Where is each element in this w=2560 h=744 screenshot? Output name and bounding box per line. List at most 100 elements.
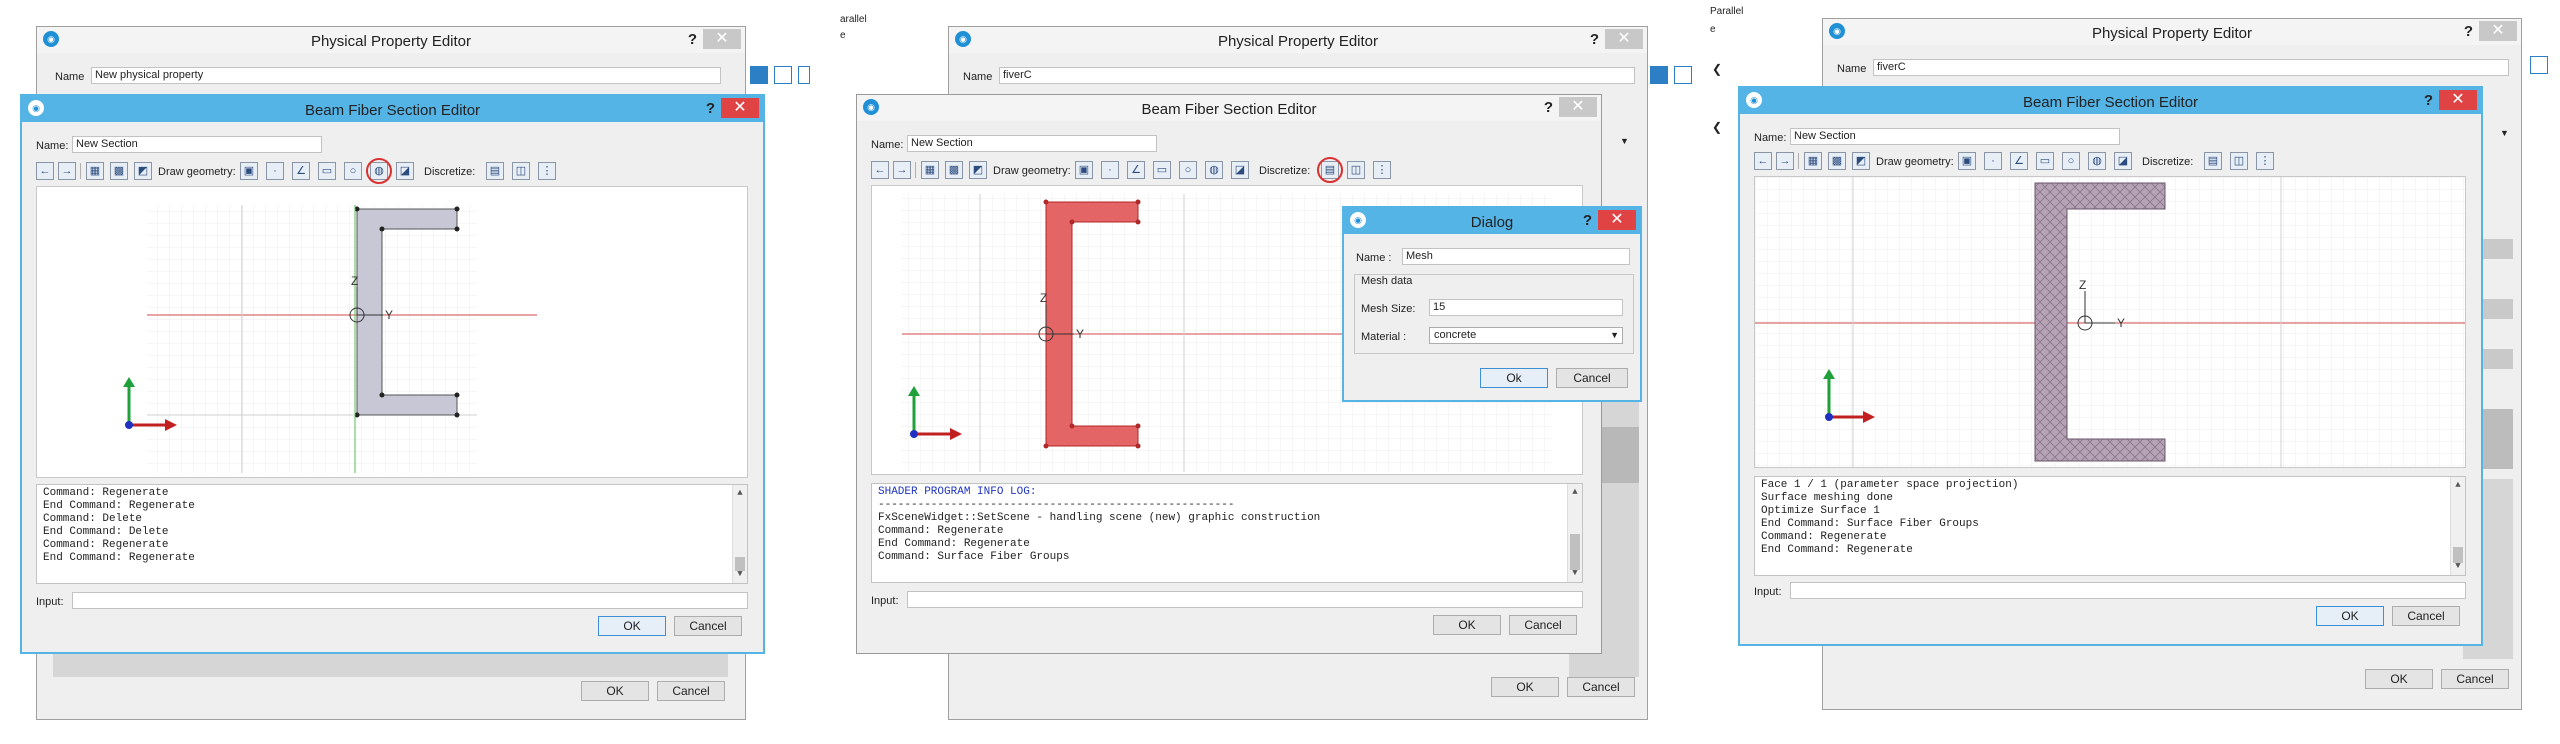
dropdown-arrow-icon[interactable]: ▼ (2500, 128, 2509, 138)
split-icon[interactable]: ◫ (1347, 161, 1365, 179)
line-icon[interactable]: ∠ (1127, 161, 1145, 179)
surface-icon[interactable]: ◍ (2088, 152, 2106, 170)
dialog-cancel-button[interactable]: Cancel (1556, 368, 1628, 388)
ok-button[interactable]: OK (2316, 606, 2384, 626)
name-field[interactable]: New physical property (91, 67, 721, 84)
polygon-icon[interactable]: ◪ (2114, 152, 2132, 170)
grid-bold-icon[interactable]: ▩ (110, 162, 128, 180)
circle-icon[interactable]: ○ (2062, 152, 2080, 170)
side-toolbar-icon[interactable] (2530, 56, 2548, 74)
fiber-icon[interactable]: ⋮ (1373, 161, 1391, 179)
polygon-icon[interactable]: ◪ (396, 162, 414, 180)
help-icon[interactable]: ? (688, 31, 697, 48)
log-scrollbar[interactable]: ▲ ▼ (732, 485, 747, 583)
polygon-icon[interactable]: ◪ (1231, 161, 1249, 179)
cancel-button[interactable]: Cancel (674, 616, 742, 636)
material-select[interactable]: concrete ▼ (1429, 327, 1623, 344)
command-log[interactable]: SHADER PROGRAM INFO LOG: ---------------… (871, 483, 1583, 583)
fiber-icon[interactable]: ⋮ (2256, 152, 2274, 170)
section-name-field[interactable]: New Section (907, 135, 1157, 152)
ok-button[interactable]: OK (2365, 669, 2433, 689)
rectangle-icon[interactable]: ▣ (240, 162, 258, 180)
close-icon[interactable]: ✕ (2439, 90, 2477, 110)
grid-bold-icon[interactable]: ▩ (1828, 152, 1846, 170)
circle-icon[interactable]: ○ (344, 162, 362, 180)
section-viewport[interactable]: Z Y (36, 186, 748, 478)
command-log[interactable]: Command: Regenerate End Command: Regener… (36, 484, 748, 584)
help-icon[interactable]: ? (2464, 23, 2473, 40)
ok-button[interactable]: OK (598, 616, 666, 636)
mesh-size-field[interactable]: 15 (1429, 299, 1623, 316)
help-icon[interactable]: ? (1544, 99, 1553, 116)
snap-icon[interactable]: ◩ (969, 161, 987, 179)
side-toolbar-icon[interactable] (1650, 66, 1668, 84)
arrow-right-icon[interactable]: → (58, 162, 76, 180)
cancel-button[interactable]: Cancel (2392, 606, 2460, 626)
side-toolbar-icon-2[interactable] (774, 66, 792, 84)
grid-icon[interactable]: ▦ (921, 161, 939, 179)
help-icon[interactable]: ? (1583, 212, 1592, 229)
rect-icon[interactable]: ▭ (2036, 152, 2054, 170)
command-input[interactable] (1790, 582, 2466, 599)
point-icon[interactable]: · (1984, 152, 2002, 170)
chevron-left-icon-2[interactable]: ❮ (1712, 120, 1722, 134)
ok-button[interactable]: OK (1491, 677, 1559, 697)
name-field[interactable]: fiverC (1873, 59, 2509, 76)
arrow-left-icon[interactable]: ← (1754, 152, 1772, 170)
command-input[interactable] (907, 591, 1583, 608)
snap-icon[interactable]: ◩ (134, 162, 152, 180)
side-toolbar-icon-3[interactable] (798, 66, 810, 84)
cancel-button[interactable]: Cancel (1567, 677, 1635, 697)
line-icon[interactable]: ∠ (292, 162, 310, 180)
close-icon[interactable]: ✕ (1605, 29, 1643, 49)
arrow-left-icon[interactable]: ← (36, 162, 54, 180)
rectangle-icon[interactable]: ▣ (1958, 152, 1976, 170)
point-icon[interactable]: · (1101, 161, 1119, 179)
help-icon[interactable]: ? (1590, 31, 1599, 48)
dialog-name-field[interactable]: Mesh (1402, 248, 1630, 265)
command-input[interactable] (72, 592, 748, 609)
section-name-field[interactable]: New Section (1790, 128, 2120, 145)
rect-icon[interactable]: ▭ (1153, 161, 1171, 179)
grid-bold-icon[interactable]: ▩ (945, 161, 963, 179)
cancel-button[interactable]: Cancel (2441, 669, 2509, 689)
section-name-field[interactable]: New Section (72, 136, 322, 153)
grid-icon[interactable]: ▦ (1804, 152, 1822, 170)
discretize-icon[interactable]: ▤ (2204, 152, 2222, 170)
arrow-right-icon[interactable]: → (893, 161, 911, 179)
point-icon[interactable]: · (266, 162, 284, 180)
command-log[interactable]: Face 1 / 1 (parameter space projection) … (1754, 476, 2466, 576)
rectangle-icon[interactable]: ▣ (1075, 161, 1093, 179)
name-field[interactable]: fiverC (999, 67, 1635, 84)
line-icon[interactable]: ∠ (2010, 152, 2028, 170)
surface-icon[interactable]: ◍ (1205, 161, 1223, 179)
cancel-button[interactable]: Cancel (657, 681, 725, 701)
close-icon[interactable]: ✕ (1598, 210, 1636, 230)
grid-icon[interactable]: ▦ (86, 162, 104, 180)
close-icon[interactable]: ✕ (1559, 97, 1597, 117)
chevron-left-icon[interactable]: ❮ (1712, 62, 1722, 76)
side-toolbar-icon[interactable] (750, 66, 768, 84)
help-icon[interactable]: ? (2424, 92, 2433, 109)
dialog-ok-button[interactable]: Ok (1480, 368, 1548, 388)
help-icon[interactable]: ? (706, 100, 715, 117)
split-icon[interactable]: ◫ (2230, 152, 2248, 170)
close-icon[interactable]: ✕ (721, 98, 759, 118)
dropdown-arrow-icon[interactable]: ▼ (1620, 136, 1629, 146)
rect-icon[interactable]: ▭ (318, 162, 336, 180)
log-scrollbar[interactable]: ▲ ▼ (2450, 477, 2465, 575)
close-icon[interactable]: ✕ (2479, 21, 2517, 41)
discretize-icon[interactable]: ▤ (486, 162, 504, 180)
section-viewport[interactable]: Z Y (1754, 176, 2466, 468)
arrow-right-icon[interactable]: → (1776, 152, 1794, 170)
cancel-button[interactable]: Cancel (1509, 615, 1577, 635)
circle-icon[interactable]: ○ (1179, 161, 1197, 179)
ok-button[interactable]: OK (1433, 615, 1501, 635)
close-icon[interactable]: ✕ (703, 29, 741, 49)
fiber-icon[interactable]: ⋮ (538, 162, 556, 180)
ok-button[interactable]: OK (581, 681, 649, 701)
snap-icon[interactable]: ◩ (1852, 152, 1870, 170)
arrow-left-icon[interactable]: ← (871, 161, 889, 179)
side-toolbar-icon-2[interactable] (1674, 66, 1692, 84)
split-icon[interactable]: ◫ (512, 162, 530, 180)
